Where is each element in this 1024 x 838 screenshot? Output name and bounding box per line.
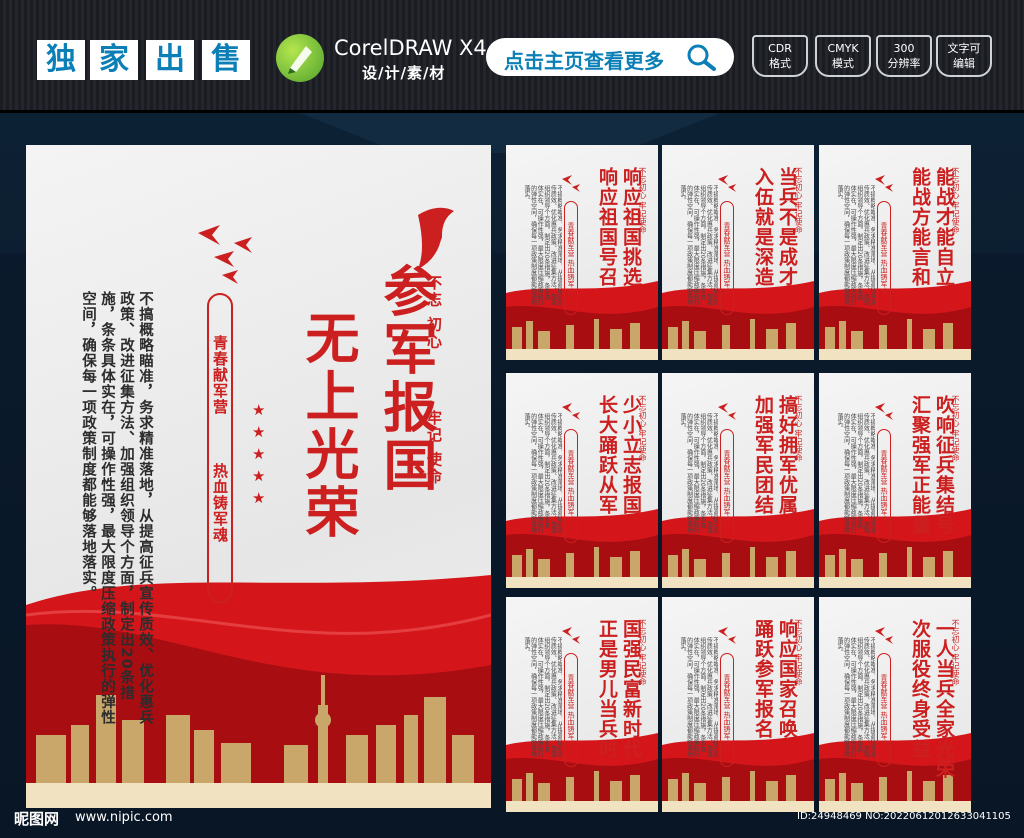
poster-title-line2: 加强军民团结 <box>752 395 774 515</box>
view-more-label: 点击主页查看更多 <box>504 49 664 73</box>
poster-motto: 不忘初心 牢记使命 <box>638 619 647 686</box>
small-poster-3: 能战才能自立 能战方能言和 不忘初心 牢记使命 青春献军营 热血铸军魂 不搞概略瞄准，务… <box>819 145 971 360</box>
badge-line: 格式 <box>769 57 791 70</box>
poster-motto-2: 牢记 使命 <box>425 410 443 486</box>
badge-line: 模式 <box>832 57 854 70</box>
small-poster-1: 响应祖国挑选 响应祖国号召 不忘初心 牢记使命 青春献军营 热血铸军魂 不搞概略瞄准，务… <box>506 145 658 360</box>
tile-3: 出 <box>146 40 194 80</box>
badge-line: CMYK <box>827 42 859 55</box>
poster-title-line2: 次服役终身受益 <box>909 619 931 759</box>
poster-slogan: 青春献军营 热血铸军魂 <box>564 429 578 543</box>
badge-line: 编辑 <box>953 57 975 70</box>
poster-body-text: 不搞概略瞄准，务求精准落地，从提高征兵宣传质效、优化惠兵政策、改进征集方法、加强… <box>523 413 562 533</box>
poster-motto: 不忘初心 牢记使命 <box>638 395 647 462</box>
poster-title-line2: 能战方能言和 <box>909 167 931 287</box>
small-poster-6: 吹响征兵集结号 汇聚强军正能量 不忘初心 牢记使命 青春献军营 热血铸军魂 不搞概略瞄准… <box>819 373 971 588</box>
badge-line: 分辨率 <box>887 57 921 70</box>
watermark-brand: 昵图网 <box>14 810 60 828</box>
poster-body-text: 不搞概略瞄准，务求精准落地，从提高征兵宣传质效、优化惠兵政策、改进征集方法、加强… <box>836 185 875 305</box>
poster-motto: 不忘初心 牢记使命 <box>951 167 960 234</box>
badge-resolution: 300 分辨率 <box>876 35 932 77</box>
bird-icon <box>718 627 736 644</box>
bird-icon <box>562 175 580 192</box>
bird-icon <box>562 403 580 420</box>
bird-icon <box>875 627 893 644</box>
poster-title-line2: 入伍就是深造 <box>752 167 774 287</box>
poster-motto: 不忘初心 牢记使命 <box>638 167 647 234</box>
small-poster-2: 当兵不是成才 入伍就是深造 不忘初心 牢记使命 青春献军营 热血铸军魂 不搞概略瞄准，务… <box>662 145 814 360</box>
small-poster-5: 搞好拥军优属 加强军民团结 不忘初心 牢记使命 青春献军营 热血铸军魂 不搞概略瞄准，务… <box>662 373 814 588</box>
header-banner: 独 家 出 售 CorelDRAW X4 设/计/素/材 点击主页查看更多 CD… <box>0 0 1024 113</box>
small-poster-9: 一人当兵全家光荣 次服役终身受益 不忘初心 牢记使命 青春献军营 热血铸军魂 不搞概略瞄… <box>819 597 971 812</box>
corel-title: CorelDRAW X4 <box>334 36 487 60</box>
poster-body-text: 不搞概略瞄准，务求精准落地，从提高征兵宣传质效、优化惠兵政策、改进征集方法、加强… <box>836 637 875 757</box>
search-icon <box>687 44 716 71</box>
poster-slogan: 青春献军营 热血铸军魂 <box>720 201 734 315</box>
main-poster: 参军报国 无上光荣 不忘 初心 牢记 使命 青春献军营 热血铸军魂 ★ ★ ★ … <box>26 145 491 808</box>
poster-slogan: 青春献军营 热血铸军魂 <box>564 201 578 315</box>
badge-line: CDR <box>768 42 792 55</box>
poster-slogan: 青春献军营 热血铸军魂 <box>877 429 891 543</box>
small-poster-8: 响应国家召唤 踊跃参军报名 不忘初心 牢记使命 青春献军营 热血铸军魂 不搞概略瞄准，务… <box>662 597 814 812</box>
badge-text-editable: 文字可 编辑 <box>936 35 992 77</box>
watermark-url: www.nipic.com <box>75 810 173 825</box>
poster-slogan-2: 热血铸军魂 <box>211 463 229 543</box>
poster-motto-1: 不忘 初心 <box>425 275 443 351</box>
poster-title-line2: 汇聚强军正能量 <box>909 395 931 535</box>
poster-body-text: 不搞概略瞄准，务求精准落地，从提高征兵宣传质效、优化惠兵政策、改进征集方法、加强… <box>523 185 562 305</box>
tile-2: 家 <box>90 40 138 80</box>
small-poster-7: 国强民富新时代 正是男儿当兵时 不忘初心 牢记使命 青春献军营 热血铸军魂 不搞概略瞄准… <box>506 597 658 812</box>
poster-body-text: 不搞概略瞄准，务求精准落地，从提高征兵宣传质效、优化惠兵政策、改进征集方法、加强… <box>679 637 718 757</box>
poster-slogan: 青春献军营 热血铸军魂 <box>877 653 891 767</box>
poster-slogan-1: 青春献军营 <box>211 335 229 415</box>
poster-title-line2: 响应祖国号召 <box>596 167 618 287</box>
bird-icon <box>562 627 580 644</box>
poster-motto: 不忘初心 牢记使命 <box>951 395 960 462</box>
poster-slogan: 青春献军营 热血铸军魂 <box>720 429 734 543</box>
poster-body-text: 不搞概略瞄准，务求精准落地，从提高征兵宣传质效、优化惠兵政策、改进征集方法、加强… <box>679 185 718 305</box>
poster-title-line2: 长大踊跃从军 <box>596 395 618 515</box>
poster-motto: 不忘初心 牢记使命 <box>951 619 960 686</box>
star-icon: ★ <box>252 445 266 463</box>
poster-title-line2: 踊跃参军报名 <box>752 619 774 739</box>
small-poster-4: 少小立志报国 长大踊跃从军 不忘初心 牢记使命 青春献军营 热血铸军魂 不搞概略瞄准，务… <box>506 373 658 588</box>
star-icon: ★ <box>252 467 266 485</box>
poster-body-text: 不搞概略瞄准，务求精准落地，从提高征兵宣传质效、优化惠兵政策、改进征集方法、加强… <box>80 291 153 725</box>
tile-4: 售 <box>202 40 250 80</box>
coreldraw-logo-icon <box>276 34 324 82</box>
poster-title-line2: 无上光荣 <box>296 310 359 542</box>
badge-cmyk-mode: CMYK 模式 <box>815 35 871 77</box>
star-icon: ★ <box>252 401 266 419</box>
poster-motto: 不忘初心 牢记使命 <box>794 395 803 462</box>
bird-icon <box>875 175 893 192</box>
poster-body-text: 不搞概略瞄准，务求精准落地，从提高征兵宣传质效、优化惠兵政策、改进征集方法、加强… <box>523 637 562 757</box>
poster-body-text: 不搞概略瞄准，务求精准落地，从提高征兵宣传质效、优化惠兵政策、改进征集方法、加强… <box>836 413 875 533</box>
view-more-button[interactable]: 点击主页查看更多 <box>486 38 734 76</box>
corel-subtitle: 设/计/素/材 <box>362 64 446 82</box>
poster-slogan: 青春献军营 热血铸军魂 <box>720 653 734 767</box>
tile-1: 独 <box>37 40 85 80</box>
star-icon: ★ <box>252 423 266 441</box>
star-icon: ★ <box>252 489 266 507</box>
badge-cdr-format: CDR 格式 <box>752 35 808 77</box>
watermark-id: ID:24948469 NO:20220612012633041105 <box>797 811 1011 822</box>
bird-icon <box>718 403 736 420</box>
badge-line: 300 <box>893 42 915 55</box>
bird-icon <box>875 403 893 420</box>
poster-slogan: 青春献军营 热血铸军魂 <box>564 653 578 767</box>
poster-motto: 不忘初心 牢记使命 <box>794 167 803 234</box>
poster-title-line2: 正是男儿当兵时 <box>596 619 618 759</box>
poster-slogan: 青春献军营 热血铸军魂 <box>877 201 891 315</box>
badge-line: 文字可 <box>947 42 981 55</box>
poster-body-text: 不搞概略瞄准，务求精准落地，从提高征兵宣传质效、优化惠兵政策、改进征集方法、加强… <box>679 413 718 533</box>
poster-motto: 不忘初心 牢记使命 <box>794 619 803 686</box>
bird-icon <box>718 175 736 192</box>
